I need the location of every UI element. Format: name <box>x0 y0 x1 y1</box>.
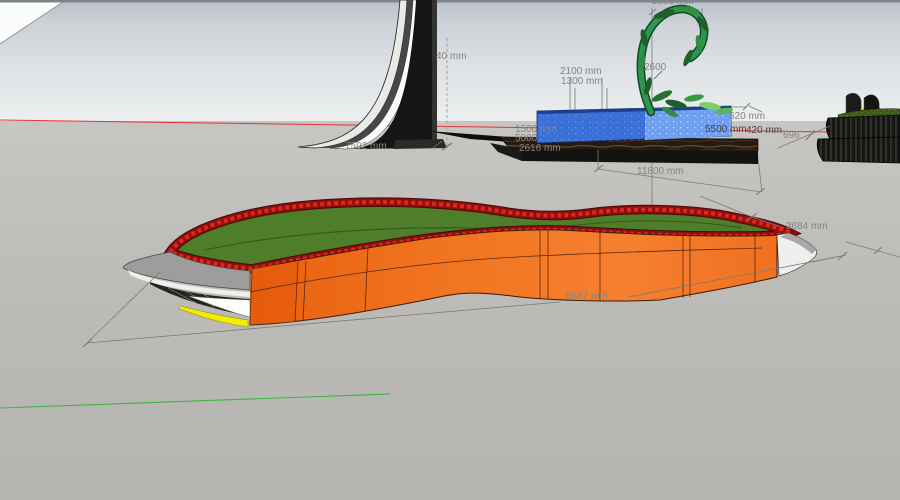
dimension-label-planter-width-2[interactable]: 420 mm <box>746 125 782 136</box>
dimension-label-tower-base[interactable]: 7592 mm <box>345 141 387 152</box>
dimension-label-tower-height[interactable]: 40 mm <box>436 51 467 62</box>
skate-platform[interactable] <box>123 202 817 327</box>
rock-planter[interactable] <box>817 93 900 163</box>
dimension-label-planter-height-2[interactable]: 1300 mm <box>561 76 603 87</box>
tower-sculpture[interactable] <box>298 0 447 149</box>
3d-viewport[interactable]: 40 mm 7592 mm 2800 mm 2600 2100 mm 1300 … <box>0 0 900 500</box>
dimension-label-platform-length[interactable]: 8667 mm <box>566 291 608 302</box>
model-canvas[interactable] <box>0 0 900 500</box>
dimension-label-planter-gap[interactable]: 696 <box>783 130 800 141</box>
dimension-label-sculpture-arc[interactable]: 2600 <box>644 62 666 73</box>
dimension-label-platform-width[interactable]: 3684 mm <box>786 221 828 232</box>
water-planter[interactable] <box>428 106 758 164</box>
dimension-label-planter-edge[interactable]: 620 mm <box>729 111 765 122</box>
dimension-label-planter-width-1[interactable]: 5500 mm <box>705 124 747 135</box>
green-axis <box>0 394 390 408</box>
dimension-label-planter-offset-3[interactable]: 2616 mm <box>519 143 561 154</box>
background-wedge <box>0 0 66 44</box>
dimension-label-sculpture-height[interactable]: 2800 mm <box>652 0 694 7</box>
top-edge <box>0 0 900 3</box>
platform-right-tip <box>777 233 817 276</box>
dimension-label-planter-length[interactable]: 11800 mm <box>637 166 684 177</box>
